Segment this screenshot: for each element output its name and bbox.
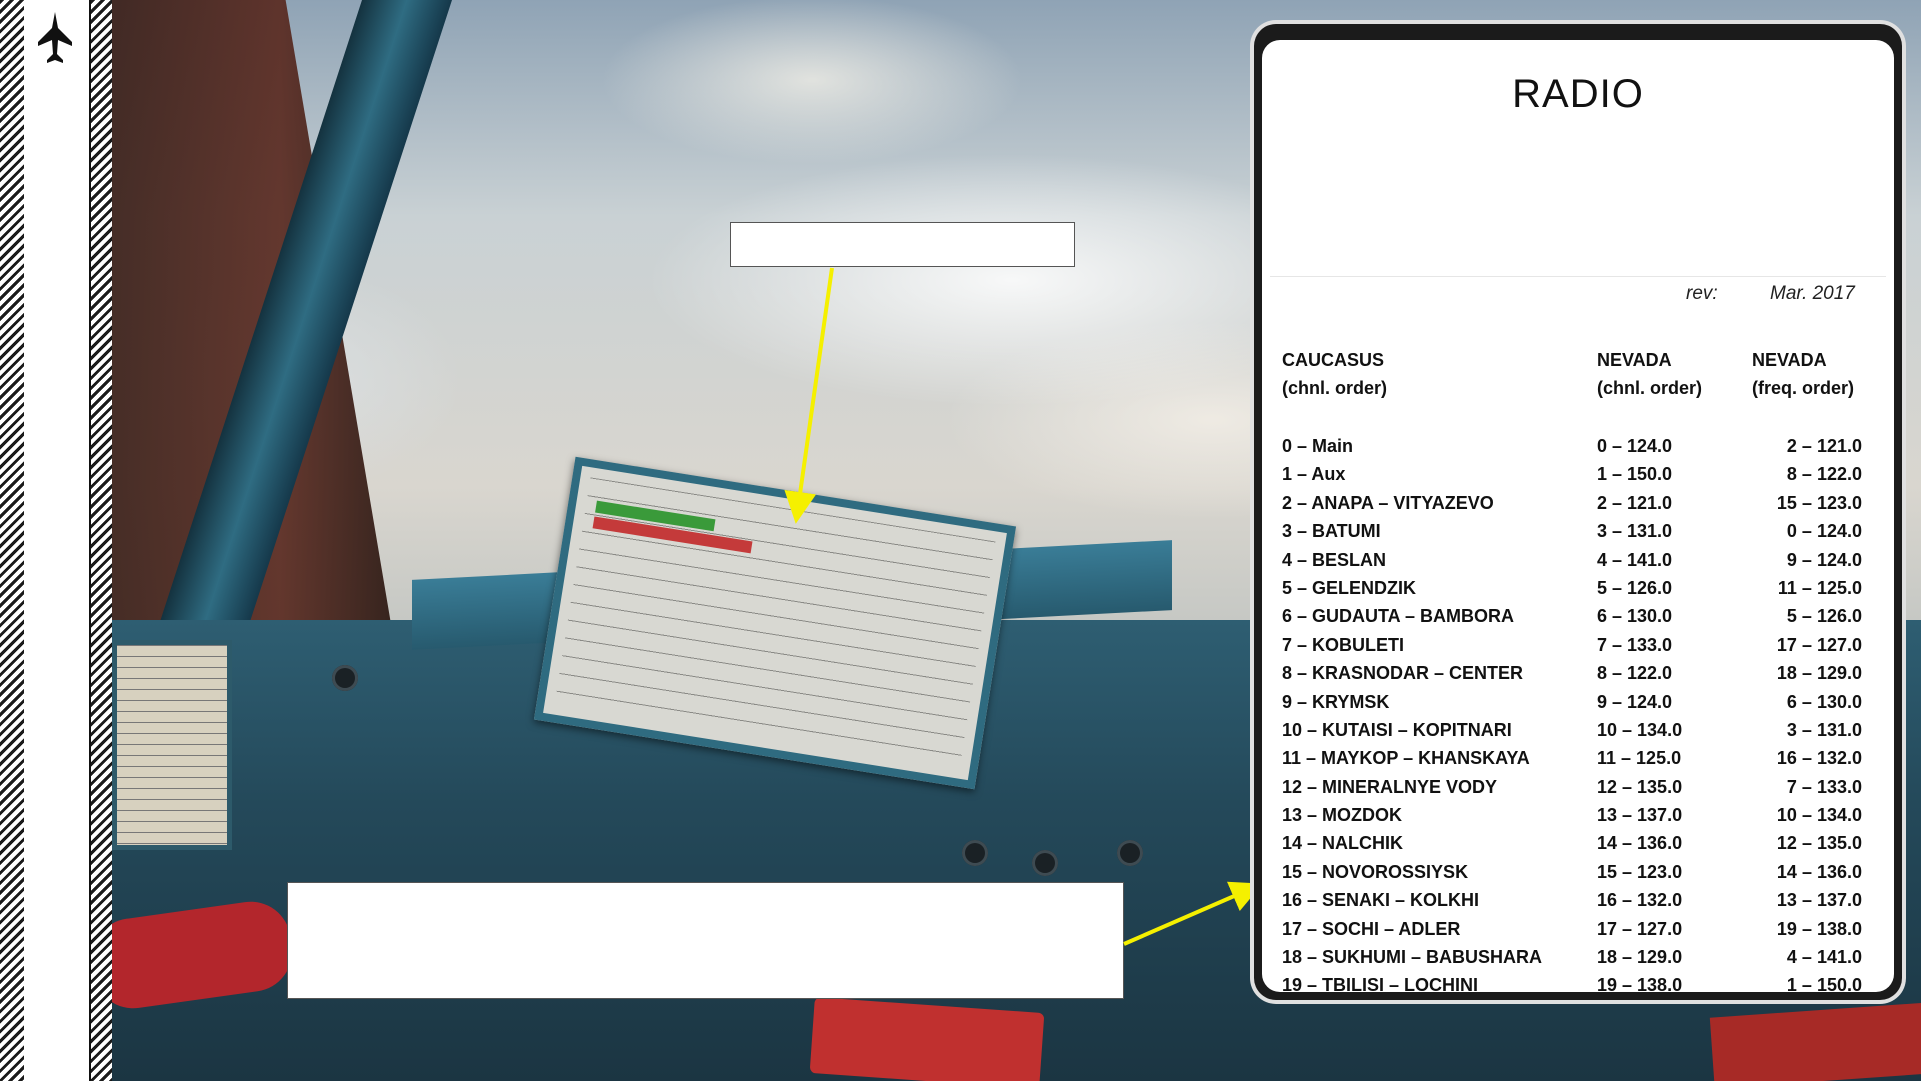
- list-item: 9 – KRYMSK: [1282, 691, 1390, 712]
- list-item: 8 – 122.0: [1786, 464, 1862, 485]
- list-item: 3 – BATUMI: [1282, 521, 1381, 542]
- list-item: 10 – 134.0: [1776, 805, 1862, 826]
- list-item: 10 – KUTAISI – KOPITNARI: [1282, 719, 1512, 740]
- list-item: 0 – 124.0: [1597, 436, 1673, 456]
- fighter-jet-icon: [38, 12, 72, 63]
- list-item: 5 – GELENDZIK: [1282, 577, 1417, 598]
- revision-date: Mar. 2017: [1770, 283, 1855, 304]
- list-item: 12 – 135.0: [1776, 833, 1862, 854]
- list-item: 14 – 136.0: [1597, 833, 1683, 854]
- list-item: 19 – TBILISI – LOCHINI: [1282, 975, 1479, 996]
- list-item: 1 – Aux: [1282, 464, 1346, 485]
- list-item: 15 – NOVOROSSIYSK: [1282, 861, 1469, 882]
- list-item: 12 – MINERALNYE VODY: [1282, 776, 1498, 797]
- nevada-channel-list: 0 – 124.0 1 – 150.0 2 – 121.0 3 – 131.0 4 – …: [1597, 432, 1682, 1000]
- list-item: 3 – 131.0: [1786, 719, 1862, 740]
- list-item: 7 – KOBULETI: [1282, 634, 1405, 655]
- list-item: 18 – 129.0: [1597, 947, 1683, 968]
- list-item: 6 – 130.0: [1786, 691, 1862, 712]
- list-item: 18 – SUKHUMI – BABUSHARA: [1282, 947, 1543, 968]
- callout-box-bottom: [287, 882, 1124, 999]
- column-header-nevada-chnl: NEVADA (chnl. order): [1597, 350, 1703, 398]
- list-item: 16 – 132.0: [1597, 890, 1683, 911]
- column-header-nevada-freq: NEVADA (freq. order): [1752, 350, 1855, 398]
- list-item: 11 – MAYKOP – KHANSKAYA: [1282, 748, 1530, 769]
- list-item: 15 – 123.0: [1597, 861, 1683, 882]
- list-item: 3 – 131.0: [1597, 521, 1673, 542]
- list-item: 12 – 135.0: [1597, 776, 1683, 797]
- panel-knob: [1032, 850, 1058, 876]
- divider: [1270, 276, 1886, 277]
- list-item: 17 – SOCHI – ADLER: [1282, 918, 1461, 939]
- list-item: 6 – 130.0: [1597, 606, 1673, 627]
- list-item: 17 – 127.0: [1597, 918, 1683, 939]
- column-header-caucasus: CAUCASUS (chnl. order): [1282, 350, 1388, 398]
- list-item: 18 – 129.0: [1776, 663, 1862, 684]
- list-item: 13 – 137.0: [1597, 805, 1683, 826]
- list-item: 14 – 136.0: [1776, 861, 1862, 882]
- list-item: 8 – KRASNODAR – CENTER: [1282, 663, 1524, 684]
- callout-box-top: [730, 222, 1075, 267]
- list-item: 2 – ANAPA – VITYAZEVO: [1282, 492, 1494, 513]
- radio-reference-card: RADIO rev: Mar. 2017 CAUCASUS (chnl. ord…: [1254, 24, 1902, 1000]
- panel-knob: [1117, 840, 1143, 866]
- list-item: 7 – 133.0: [1597, 634, 1673, 655]
- list-item: 4 – BESLAN: [1282, 549, 1387, 570]
- radio-card-title: RADIO: [1512, 72, 1644, 116]
- list-item: 1 – 150.0: [1786, 975, 1862, 996]
- radio-card-inner: RADIO rev: Mar. 2017 CAUCASUS (chnl. ord…: [1262, 40, 1894, 995]
- caucasus-channel-list: 0 – Main 1 – Aux 2 – ANAPA – VITYAZEVO 3 – …: [1282, 432, 1542, 1000]
- list-item: 8 – 122.0: [1597, 663, 1673, 684]
- list-item: 4 – 141.0: [1786, 947, 1862, 968]
- list-item: 9 – 124.0: [1786, 549, 1862, 570]
- list-item: 5 – 126.0: [1597, 577, 1673, 598]
- panel-knob: [332, 665, 358, 691]
- list-item: 11 – 125.0: [1597, 748, 1682, 769]
- left-sidebar: [0, 0, 115, 1081]
- list-item: 4 – 141.0: [1597, 549, 1673, 570]
- list-item: 19 – 138.0: [1597, 975, 1683, 996]
- list-item: 9 – 124.0: [1597, 691, 1673, 712]
- list-item: 2 – 121.0: [1786, 436, 1862, 456]
- hatch-stripe-left: [0, 0, 24, 1081]
- panel-knob: [962, 840, 988, 866]
- nevada-frequency-list: 2 – 121.0 8 – 122.0 15 – 123.0 0 – 124.0 9 –…: [1732, 432, 1862, 1000]
- list-item: 0 – 124.0: [1786, 521, 1862, 542]
- list-item: 13 – 137.0: [1776, 890, 1862, 911]
- list-item: 7 – 133.0: [1786, 776, 1862, 797]
- list-item: 6 – GUDAUTA – BAMBORA: [1282, 606, 1515, 627]
- list-item: 11 – 125.0: [1777, 577, 1862, 598]
- list-item: 10 – 134.0: [1597, 719, 1683, 740]
- list-item: 16 – SENAKI – KOLKHI: [1282, 890, 1480, 911]
- runway-card: [112, 640, 232, 850]
- list-item: 2 – 121.0: [1597, 492, 1673, 513]
- list-item: 5 – 126.0: [1786, 606, 1862, 627]
- revision-label: rev:: [1686, 283, 1718, 304]
- list-item: 15 – 123.0: [1776, 492, 1862, 513]
- list-item: 19 – 138.0: [1776, 918, 1862, 939]
- canopy-jettison-plate: [809, 997, 1045, 1081]
- list-item: 0 – Main: [1282, 436, 1354, 456]
- list-item: 16 – 132.0: [1776, 748, 1862, 769]
- list-item: 17 – 127.0: [1776, 634, 1862, 655]
- list-item: 1 – 150.0: [1597, 464, 1673, 485]
- list-item: 14 – NALCHIK: [1282, 833, 1404, 854]
- list-item: 13 – MOZDOK: [1282, 805, 1403, 826]
